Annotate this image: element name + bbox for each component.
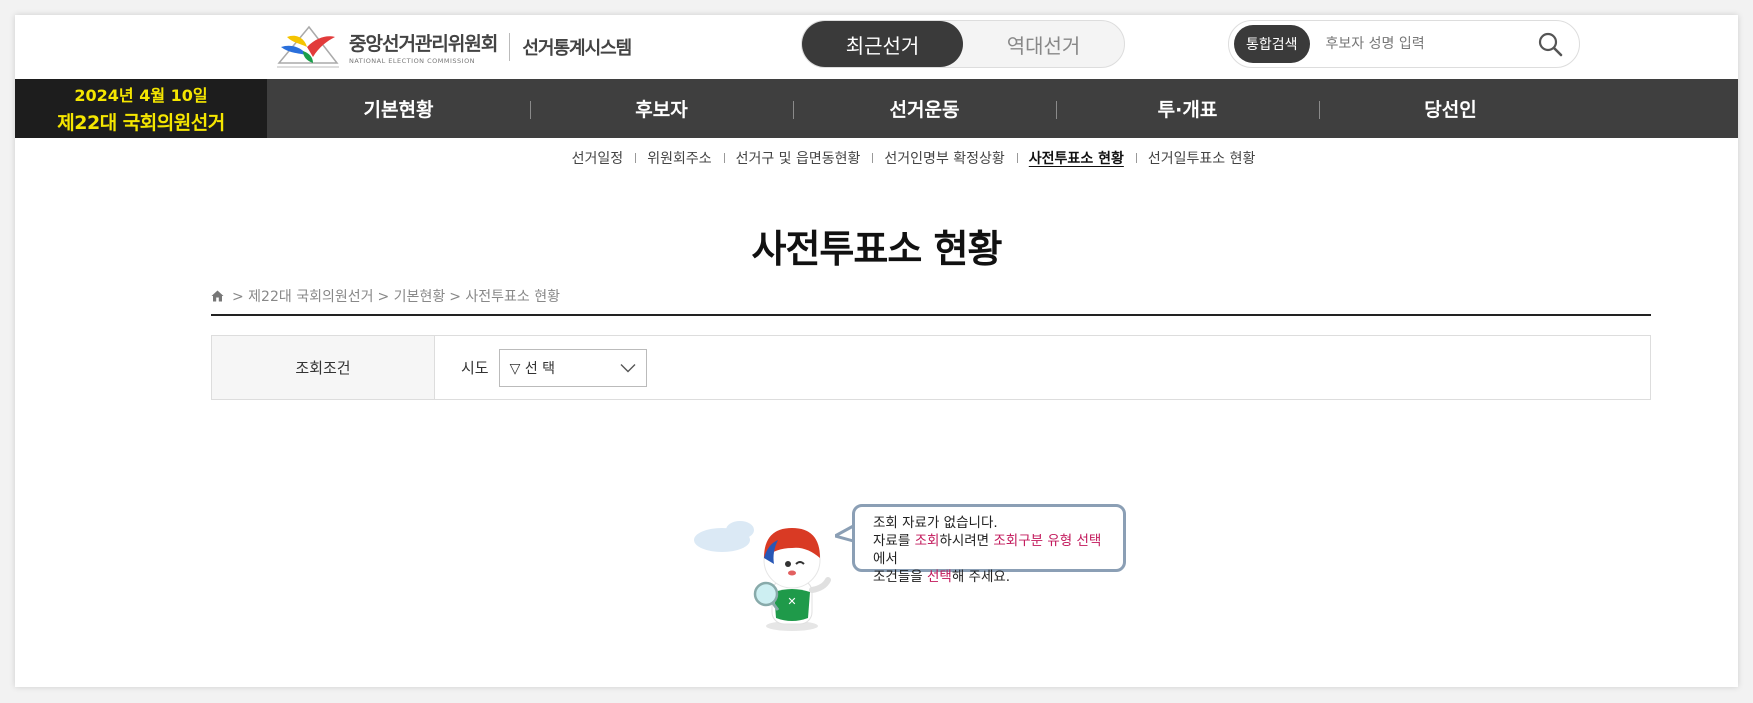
subnav-item-commission-address[interactable]: 위원회주소: [635, 148, 723, 168]
toggle-recent-election[interactable]: 최근선거: [802, 21, 963, 67]
org-name-kr: 중앙선거관리위원회: [349, 33, 498, 55]
nav-item-candidates[interactable]: 후보자: [530, 79, 793, 138]
empty-message-line2: 자료를 조회하시려면 조회구분 유형 선택에서: [873, 532, 1105, 568]
system-name: 선거통계시스템: [522, 38, 632, 59]
logo-text: 중앙선거관리위원회 NATIONAL ELECTION COMMISSION: [349, 29, 498, 65]
highlight-text: 조회구분 유형 선택: [993, 533, 1102, 549]
chevron-down-icon: [620, 363, 636, 372]
province-select[interactable]: ▽ 선 택: [498, 348, 647, 387]
nav-items: 기본현황 후보자 선거운동 투·개표 당선인: [267, 79, 1738, 138]
empty-state: ✕ 조회 자료가 없습니다. 자료를 조회하시려면 조회구분 유형 선택에서 조…: [692, 500, 1192, 635]
toggle-past-election[interactable]: 역대선거: [963, 21, 1124, 67]
empty-message-line1: 조회 자료가 없습니다.: [873, 515, 998, 531]
province-label: 시도: [461, 359, 489, 377]
highlight-text: 선택: [926, 569, 952, 585]
candidate-search-input[interactable]: [1323, 35, 1528, 53]
org-name-en: NATIONAL ELECTION COMMISSION: [349, 57, 476, 65]
main-nav: 2024년 4월 10일 제22대 국회의원선거 기본현황 후보자 선거운동 투…: [15, 79, 1738, 138]
nav-item-voting-counting[interactable]: 투·개표: [1056, 79, 1319, 138]
page-frame: 중앙선거관리위원회 NATIONAL ELECTION COMMISSION 선…: [15, 15, 1738, 687]
subnav-item-voter-roll[interactable]: 선거인명부 확정상황: [872, 148, 1016, 168]
text-segment: 자료를: [873, 533, 915, 549]
nav-item-winners[interactable]: 당선인: [1319, 79, 1582, 138]
subnav-item-election-day-polling-stations[interactable]: 선거일투표소 현황: [1135, 148, 1268, 168]
election-name: 제22대 국회의원선거: [57, 112, 225, 134]
empty-message-bubble: 조회 자료가 없습니다. 자료를 조회하시려면 조회구분 유형 선택에서 조건들…: [852, 504, 1126, 585]
search-tag[interactable]: 통합검색: [1234, 25, 1310, 63]
sub-nav: 선거일정 위원회주소 선거구 및 읍면동현황 선거인명부 확정상황 사전투표소 …: [15, 138, 1738, 178]
logo-divider: [509, 33, 511, 61]
nav-item-campaign[interactable]: 선거운동: [793, 79, 1056, 138]
breadcrumb-item[interactable]: > 기본현황: [378, 286, 446, 306]
query-fields: 시도 ▽ 선 택: [435, 336, 647, 399]
text-segment: 에서: [873, 551, 898, 567]
election-toggle: 최근선거 역대선거: [801, 20, 1125, 68]
text-segment: 조건들을: [873, 569, 927, 585]
nec-logo-icon: [277, 25, 339, 68]
highlight-text: 조회: [914, 533, 940, 549]
title-divider: [211, 314, 1651, 316]
nav-item-basic-status[interactable]: 기본현황: [267, 79, 530, 138]
query-conditions-label: 조회조건: [212, 336, 435, 399]
text-segment: 해 주세요.: [951, 569, 1011, 585]
mascot-illustration: ✕: [694, 521, 831, 631]
text-segment: 하시려면: [939, 533, 994, 549]
breadcrumb: > 제22대 국회의원선거 > 기본현황 > 사전투표소 현황: [211, 286, 560, 306]
sub-nav-items: 선거일정 위원회주소 선거구 및 읍면동현황 선거인명부 확정상황 사전투표소 …: [560, 148, 1268, 168]
integrated-search: 통합검색: [1228, 20, 1580, 68]
breadcrumb-item[interactable]: > 제22대 국회의원선거: [232, 286, 374, 306]
subnav-item-early-polling-stations[interactable]: 사전투표소 현황: [1016, 148, 1136, 168]
province-select-value: ▽ 선 택: [509, 360, 556, 377]
top-header: 중앙선거관리위원회 NATIONAL ELECTION COMMISSION 선…: [15, 15, 1738, 79]
empty-message-line3: 조건들을 선택해 주세요.: [873, 568, 1105, 586]
breadcrumb-item: > 사전투표소 현황: [449, 289, 560, 305]
nec-logo[interactable]: 중앙선거관리위원회 NATIONAL ELECTION COMMISSION 선…: [273, 17, 632, 77]
svg-text:✕: ✕: [787, 595, 796, 608]
page-title: 사전투표소 현황: [751, 227, 1003, 271]
search-icon[interactable]: [1537, 31, 1563, 57]
current-election-label: 2024년 4월 10일 제22대 국회의원선거: [15, 79, 267, 138]
subnav-item-schedule[interactable]: 선거일정: [560, 148, 636, 168]
home-icon[interactable]: [211, 290, 224, 302]
subnav-item-districts[interactable]: 선거구 및 읍면동현황: [723, 148, 873, 168]
election-date: 2024년 4월 10일: [74, 86, 208, 105]
query-conditions: 조회조건 시도 ▽ 선 택: [211, 335, 1651, 400]
